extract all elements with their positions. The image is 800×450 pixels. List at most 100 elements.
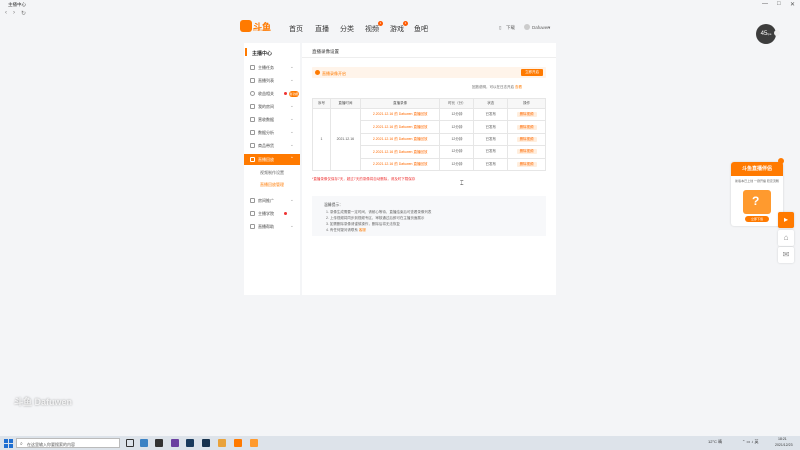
- tips-box: 温馨提示： 1. 录像生成需要一定时间，请耐心等待，直播结束后可查看录像列表 2…: [312, 196, 546, 236]
- promo-close-icon[interactable]: [778, 158, 784, 164]
- list-icon: [250, 78, 255, 83]
- sidebar-item-revenue[interactable]: 营收数据 ⌄: [244, 114, 300, 125]
- play-icon[interactable]: ▸: [778, 212, 794, 228]
- delete-video-button[interactable]: 删除视频: [516, 112, 537, 118]
- clock-date[interactable]: 2021/12/23: [775, 443, 793, 447]
- sidebar-subitem-video-settings[interactable]: 视频制作设置: [260, 170, 284, 176]
- back-icon[interactable]: ‹: [5, 10, 7, 16]
- chevron-down-icon: ⌄: [290, 129, 294, 134]
- tray-icons[interactable]: ⌃ ▭ ♪ 英: [742, 439, 758, 445]
- duration-cell: 12分钟: [439, 145, 475, 159]
- close-button[interactable]: ✕: [790, 1, 795, 8]
- info-icon: [315, 70, 320, 75]
- screenshot-icon[interactable]: ⌂: [778, 230, 794, 246]
- sidebar-subitem-replay-manage[interactable]: 直播回放管理: [260, 182, 284, 188]
- taskbar: ⌕ 在这里输入你要搜索的内容 12°C 晴 ⌃ ▭ ♪ 英 18:21 2021…: [0, 436, 800, 450]
- sidebar-item-room[interactable]: 我的房间 ⌄: [244, 101, 300, 112]
- weather-text[interactable]: 12°C 晴: [708, 439, 722, 445]
- promo-download-button[interactable]: 立即下载: [745, 216, 769, 222]
- sidebar-item-task[interactable]: 主播任务 ⌄: [244, 62, 300, 73]
- nav-game[interactable]: 游戏: [390, 24, 404, 34]
- recording-link[interactable]: 2.2021.12.16 的 Dafuwen 直播回放: [359, 157, 441, 171]
- delete-video-button[interactable]: 删除视频: [516, 149, 537, 155]
- download-icon[interactable]: ▯: [499, 25, 501, 31]
- nav-live[interactable]: 直播: [315, 24, 329, 34]
- taskbar-search[interactable]: ⌕ 在这里输入你要搜索的内容: [16, 438, 120, 448]
- nav-game-badge: 1: [403, 21, 408, 26]
- maximize-button[interactable]: □: [777, 1, 781, 7]
- feedback-icon[interactable]: ✉: [778, 247, 794, 263]
- school-icon: [250, 211, 255, 216]
- fps-unit: fps: [767, 32, 772, 36]
- nav-home[interactable]: 首页: [289, 24, 303, 34]
- recording-link[interactable]: 2.2021.12.16 的 Dafuwen 直播回放: [359, 145, 441, 159]
- window-titlebar: 主播中心 — □ ✕: [0, 0, 800, 10]
- sidebar-item-analytics[interactable]: 数据分析 ⌄: [244, 127, 300, 138]
- mouse-cursor-icon: ⌶: [460, 181, 464, 187]
- fps-toggle[interactable]: [774, 30, 780, 36]
- app-icon[interactable]: [171, 439, 179, 447]
- folder-icon[interactable]: [218, 439, 226, 447]
- support-link[interactable]: 客服: [359, 228, 366, 232]
- nav-video[interactable]: 视频: [365, 24, 379, 34]
- sidebar-item-list[interactable]: 直播列表 ⌄: [244, 75, 300, 86]
- settings-icon[interactable]: [155, 439, 163, 447]
- recording-link[interactable]: 2.2021.12.16 的 Dafuwen 直播回放: [359, 132, 441, 147]
- new-feature-badge: 新功能: [289, 91, 299, 97]
- chevron-down-icon: ⌄: [290, 197, 294, 202]
- recording-link[interactable]: 2.2021.12.16 的 Dafuwen 直播回放: [359, 120, 441, 134]
- taskbar-search-placeholder: 在这里输入你要搜索的内容: [27, 441, 75, 447]
- sidebar-item-promote[interactable]: 房间推广 ⌄: [244, 195, 300, 206]
- forward-icon[interactable]: ›: [13, 10, 15, 16]
- sidebar-item-label: 直播帮助: [258, 224, 274, 229]
- stream-watermark: 斗鱼 Dafuwen: [14, 397, 73, 407]
- site-logo[interactable]: 斗鱼 DOUYU.COM: [240, 20, 274, 32]
- sidebar-title-accent: [245, 48, 247, 56]
- sidebar-item-label: 商品带货: [258, 143, 274, 148]
- chevron-down-icon[interactable]: ▾: [548, 25, 550, 31]
- sidebar-item-label: 直播列表: [258, 78, 274, 83]
- douyu-companion-icon[interactable]: [250, 439, 258, 447]
- promo-card[interactable]: 斗鱼直播伴侣 新版本已上线 一键开播 稳定流畅 ? 立即下载: [731, 162, 783, 226]
- row-date: 2021.12.16: [329, 108, 361, 171]
- app-icon[interactable]: [186, 439, 194, 447]
- divider: [302, 57, 556, 58]
- sidebar-item-shop[interactable]: 商品带货 ⌄: [244, 140, 300, 151]
- col-header-duration: 时长（分）: [439, 98, 475, 109]
- windows-start-icon[interactable]: [3, 438, 13, 448]
- avatar[interactable]: [524, 24, 530, 30]
- chevron-down-icon: ⌄: [290, 223, 294, 228]
- download-link[interactable]: 下载: [506, 25, 515, 31]
- sidebar-item-help[interactable]: 直播帮助 ⌄: [244, 221, 300, 232]
- col-header-action: 操作: [507, 98, 546, 109]
- sidebar-item-label: 我的房间: [258, 104, 274, 109]
- replay-note-link[interactable]: 查看: [515, 85, 522, 89]
- action-cell: 删除视频: [507, 145, 546, 159]
- minimize-button[interactable]: —: [762, 1, 768, 7]
- edge-browser-icon[interactable]: [140, 439, 148, 447]
- col-header-index: 序号: [312, 98, 331, 109]
- refresh-icon[interactable]: ↻: [21, 10, 26, 17]
- douyu-icon[interactable]: [234, 439, 242, 447]
- delete-video-button[interactable]: 删除视频: [516, 136, 537, 142]
- sidebar-item-school[interactable]: 主播学院: [244, 208, 300, 219]
- nav-category[interactable]: 分类: [340, 24, 354, 34]
- task-view-icon[interactable]: [126, 439, 134, 447]
- window-title: 主播中心: [8, 2, 26, 7]
- tips-line: 2. 上传视频将同步到视频专区，审核通过后即可在主播页面展示: [326, 216, 425, 220]
- revenue-icon: [250, 117, 255, 122]
- enable-record-button[interactable]: 立即开启: [521, 69, 543, 76]
- recording-link[interactable]: 2.2021.12.16 的 Dafuwen 直播回放: [359, 107, 441, 122]
- delete-video-button[interactable]: 删除视频: [516, 124, 537, 130]
- nav-video-badge: 1: [378, 21, 383, 26]
- sidebar: 主播中心 主播任务 ⌄ 直播列表 ⌄ 收益相关 ⌄ 我的房间 ⌄ 营收数据 ⌄ …: [244, 43, 300, 295]
- table-header-row: 序号 直播时间 直播录像 时长（分） 状态 操作: [312, 98, 546, 109]
- nav-fishbar[interactable]: 鱼吧: [414, 24, 428, 34]
- action-cell: 删除视频: [507, 107, 546, 122]
- clock-time[interactable]: 18:21: [778, 437, 787, 441]
- sidebar-item-label: 主播学院: [258, 211, 274, 216]
- steam-icon[interactable]: [202, 439, 210, 447]
- shop-icon: [250, 143, 255, 148]
- delete-video-button[interactable]: 删除视频: [516, 161, 537, 167]
- sidebar-item-replay[interactable]: 直播回放 ⌃: [244, 154, 300, 165]
